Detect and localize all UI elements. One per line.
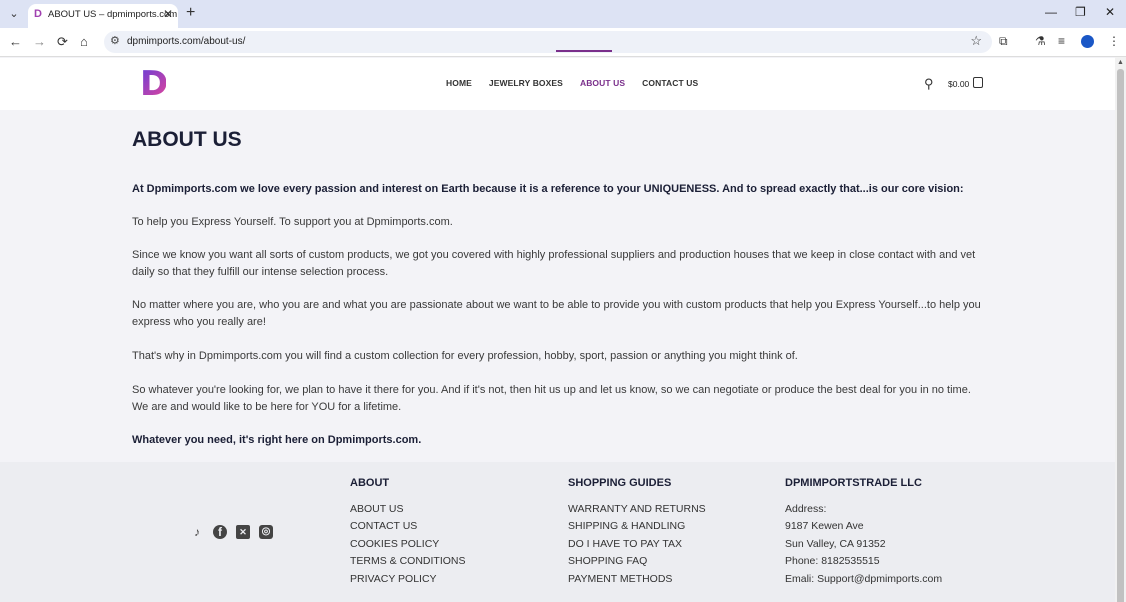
tab-title: ABOUT US – dpmimports.com xyxy=(48,9,178,20)
footer-link-faq[interactable]: SHOPPING FAQ xyxy=(568,553,706,570)
paragraph: Since we know you want all sorts of cust… xyxy=(132,249,976,278)
social-links: ♪ f ✕ ◎ xyxy=(190,525,282,539)
intro-paragraph: At Dpmimports.com we love every passion … xyxy=(132,183,964,195)
home-icon[interactable]: ⌂ xyxy=(80,34,88,49)
facebook-icon[interactable]: f xyxy=(213,525,227,539)
footer-company-title: DPMIMPORTSTRADE LLC xyxy=(785,477,922,489)
extensions-icon[interactable]: ⧉ xyxy=(999,34,1008,49)
footer-link-payment[interactable]: PAYMENT METHODS xyxy=(568,571,706,588)
browser-tab-bar: ⌄ D ABOUT US – dpmimports.com ✕ + — ❐ ✕ xyxy=(0,0,1126,28)
footer-address-label: Address: xyxy=(785,503,827,515)
footer-city: Sun Valley, CA 91352 xyxy=(785,537,886,550)
media-icon[interactable]: ≡ xyxy=(1058,34,1065,48)
url-text[interactable]: dpmimports.com/about-us/ xyxy=(127,36,245,47)
minimize-icon[interactable]: — xyxy=(1045,5,1057,19)
search-icon[interactable]: ⚲ xyxy=(924,76,934,92)
address-bar[interactable]: ⚙ dpmimports.com/about-us/ ☆ xyxy=(104,31,992,53)
browser-tab[interactable]: D ABOUT US – dpmimports.com ✕ xyxy=(28,4,178,28)
instagram-icon[interactable]: ◎ xyxy=(259,525,273,539)
tab-favicon-icon: D xyxy=(34,8,42,20)
cart-total[interactable]: $0.00 xyxy=(948,79,969,89)
footer-link-about-us[interactable]: ABOUT US xyxy=(350,501,466,518)
footer-guides-column: SHOPPING GUIDES WARRANTY AND RETURNS SHI… xyxy=(568,477,706,588)
footer-link-privacy-policy[interactable]: PRIVACY POLICY xyxy=(350,571,466,588)
closing-paragraph: Whatever you need, it's right here on Dp… xyxy=(132,434,422,446)
main-nav: HOME JEWELRY BOXES ABOUT US CONTACT US xyxy=(446,78,715,88)
footer-company-column: DPMIMPORTSTRADE LLC Address: 9187 Kewen … xyxy=(785,477,942,588)
footer-link-tax[interactable]: DO I HAVE TO PAY TAX xyxy=(568,536,706,553)
window-close-icon[interactable]: ✕ xyxy=(1105,5,1115,19)
bookmark-star-icon[interactable]: ☆ xyxy=(970,33,982,49)
scroll-thumb[interactable] xyxy=(1117,69,1124,602)
browser-menu-icon[interactable]: ⋮ xyxy=(1108,34,1120,48)
back-icon[interactable]: ← xyxy=(9,34,22,49)
x-icon[interactable]: ✕ xyxy=(236,525,250,539)
site-footer: ♪ f ✕ ◎ ABOUT ABOUT US CONTACT US COOKIE… xyxy=(0,462,1115,602)
active-nav-underline xyxy=(556,50,612,52)
labs-icon[interactable]: ⚗ xyxy=(1035,34,1046,48)
new-tab-icon[interactable]: + xyxy=(186,4,195,22)
paragraph: That's why in Dpmimports.com you will fi… xyxy=(132,350,798,362)
tab-close-icon[interactable]: ✕ xyxy=(163,7,173,21)
footer-about-column: ABOUT ABOUT US CONTACT US COOKIES POLICY… xyxy=(350,477,466,588)
page-scrollbar[interactable]: ▲ xyxy=(1115,57,1126,602)
nav-contact-us[interactable]: CONTACT US xyxy=(642,78,698,88)
footer-link-cookies-policy[interactable]: COOKIES POLICY xyxy=(350,536,466,553)
paragraph: So whatever you're looking for, we plan … xyxy=(132,384,971,413)
footer-link-terms[interactable]: TERMS & CONDITIONS xyxy=(350,553,466,570)
footer-about-title: ABOUT xyxy=(350,477,390,489)
nav-home[interactable]: HOME xyxy=(446,78,472,88)
site-header: D HOME JEWELRY BOXES ABOUT US CONTACT US… xyxy=(0,58,1115,110)
site-info-icon[interactable]: ⚙ xyxy=(110,34,120,47)
tab-list-icon[interactable]: ⌄ xyxy=(6,6,22,22)
footer-phone: Phone: 8182535515 xyxy=(785,555,880,568)
footer-link-shipping[interactable]: SHIPPING & HANDLING xyxy=(568,518,706,535)
nav-about-us[interactable]: ABOUT US xyxy=(580,78,625,88)
cart-icon[interactable] xyxy=(973,77,983,88)
footer-street: 9187 Kewen Ave xyxy=(785,520,864,533)
paragraph: To help you Express Yourself. To support… xyxy=(132,216,453,228)
tiktok-icon[interactable]: ♪ xyxy=(190,525,204,539)
profile-avatar-icon[interactable] xyxy=(1081,35,1094,48)
footer-link-warranty[interactable]: WARRANTY AND RETURNS xyxy=(568,501,706,518)
site-logo[interactable]: D xyxy=(140,67,168,101)
paragraph: No matter where you are, who you are and… xyxy=(132,299,981,328)
browser-toolbar: ← → ⟳ ⌂ ⚙ dpmimports.com/about-us/ ☆ ⧉ ⚗… xyxy=(0,28,1126,57)
reload-icon[interactable]: ⟳ xyxy=(57,34,68,50)
nav-jewelry-boxes[interactable]: JEWELRY BOXES xyxy=(489,78,563,88)
forward-icon[interactable]: → xyxy=(33,34,46,49)
footer-guides-title: SHOPPING GUIDES xyxy=(568,477,672,489)
restore-icon[interactable]: ❐ xyxy=(1075,5,1086,19)
footer-link-contact-us[interactable]: CONTACT US xyxy=(350,518,466,535)
footer-email: Emali: Support@dpmimports.com xyxy=(785,572,943,585)
scroll-up-arrow-icon[interactable]: ▲ xyxy=(1117,59,1124,66)
page-title: ABOUT US xyxy=(132,128,242,151)
